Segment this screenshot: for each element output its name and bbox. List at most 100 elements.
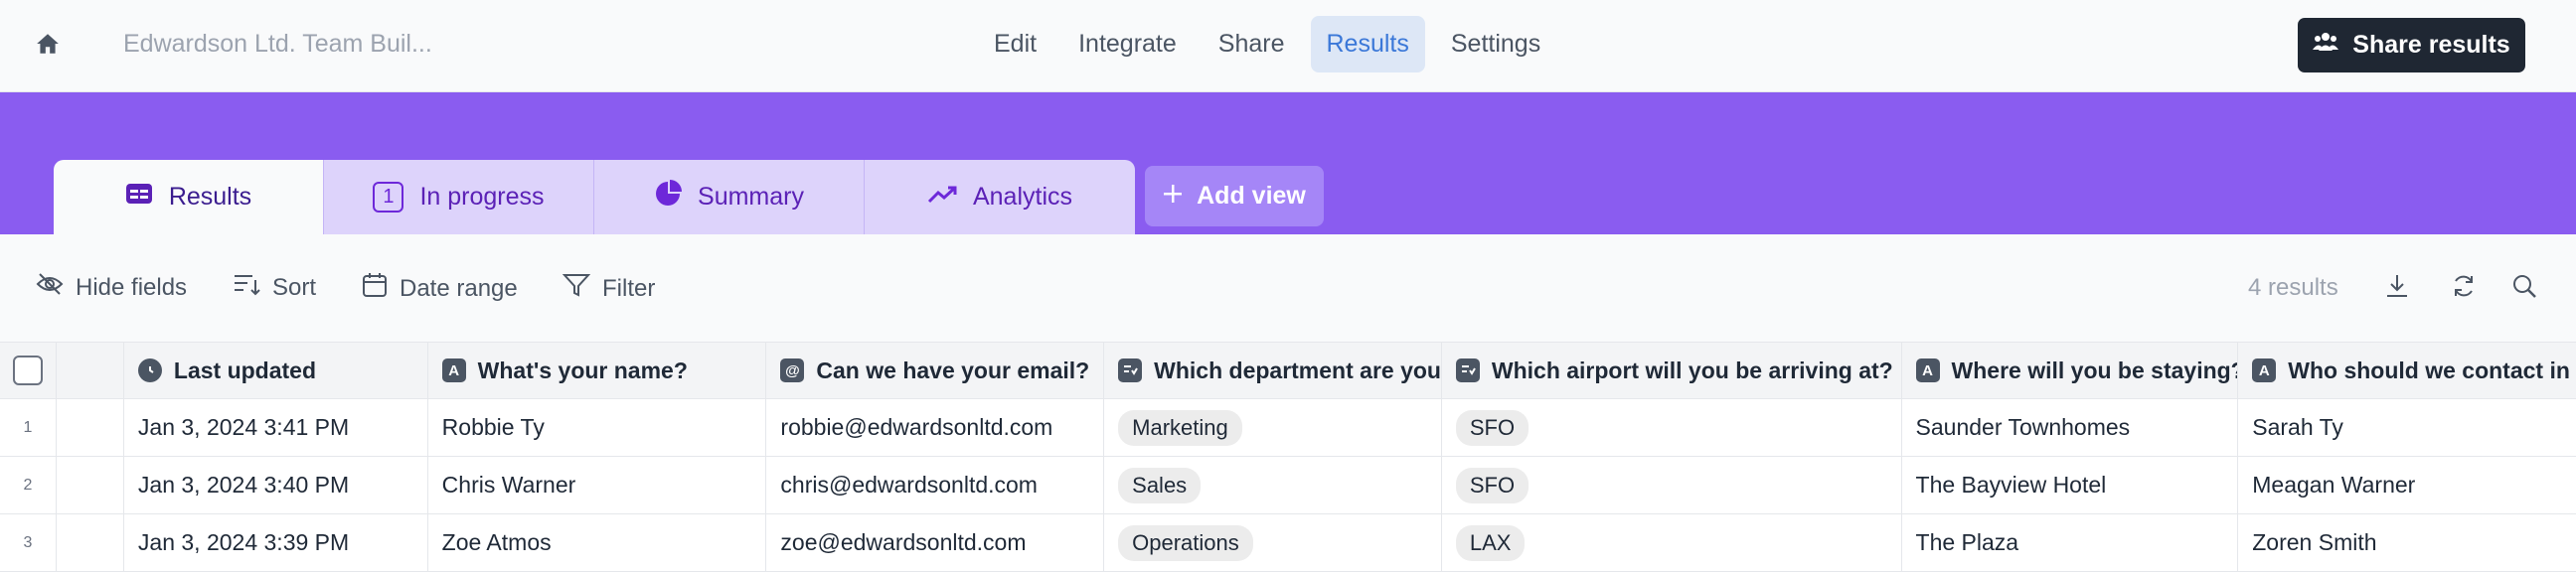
cell-staying[interactable]: The Bayview Hotel [1902,457,2239,513]
download-icon[interactable] [2381,270,2413,302]
date-range-button[interactable]: Date range [362,272,518,305]
tab-results-label: Results [168,183,252,211]
row-select-cell[interactable] [57,514,124,571]
tab-in-progress-label: In progress [419,183,545,211]
cell-contact[interactable]: Meagan Warner [2238,457,2576,513]
column-header-last-updated[interactable]: Last updated [124,343,428,398]
column-header-name[interactable]: A What's your name? [428,343,767,398]
home-icon[interactable] [30,26,66,62]
filter-label: Filter [602,274,656,302]
cell-contact[interactable]: Zoren Smith [2238,514,2576,571]
table-row[interactable]: 2 Jan 3, 2024 3:40 PM Chris Warner chris… [0,457,2576,514]
sort-label: Sort [272,273,317,301]
cell-airport[interactable]: LAX [1442,514,1902,571]
cell-name[interactable]: Chris Warner [428,457,767,513]
cell-last-updated[interactable]: Jan 3, 2024 3:40 PM [124,457,428,513]
sort-icon [233,272,260,303]
column-header-label: Where will you be staying? [1951,357,2239,383]
column-header-department[interactable]: Which department are you [1104,343,1442,398]
cell-email[interactable]: chris@edwardsonltd.com [766,457,1105,513]
form-title[interactable]: Edwardson Ltd. Team Buil... [123,30,432,59]
table-row[interactable]: 3 Jan 3, 2024 3:39 PM Zoe Atmos zoe@edwa… [0,514,2576,572]
column-header-label: Who should we contact in [2288,357,2570,383]
hide-fields-button[interactable]: Hide fields [36,272,187,303]
department-chip: Marketing [1118,409,1242,446]
nav-results[interactable]: Results [1310,16,1425,72]
users-icon [2313,31,2339,60]
hide-fields-label: Hide fields [76,273,188,301]
cell-staying[interactable]: The Plaza [1902,514,2239,571]
row-select-cell[interactable] [57,457,124,513]
airport-chip: LAX [1455,524,1526,561]
calendar-icon [362,272,388,305]
clock-icon [137,358,162,382]
tab-analytics[interactable]: Analytics [865,160,1135,234]
column-header-contact[interactable]: A Who should we contact in [2238,343,2576,398]
department-chip: Operations [1118,524,1253,561]
share-results-button[interactable]: Share results [2298,18,2525,72]
search-icon[interactable] [2508,270,2540,302]
cell-email[interactable]: robbie@edwardsonltd.com [766,399,1105,456]
add-view-button[interactable]: Add view [1145,166,1324,226]
email-field-icon: @ [780,358,805,382]
eye-off-icon [36,272,64,303]
tab-summary[interactable]: Summary [594,160,865,234]
text-field-icon: A [2252,358,2277,382]
cell-name[interactable]: Robbie Ty [428,399,767,456]
tab-summary-label: Summary [698,183,804,211]
cell-department[interactable]: Operations [1104,514,1442,571]
nav-integrate[interactable]: Integrate [1062,16,1193,72]
column-header-airport[interactable]: Which airport will you be arriving at? [1442,343,1902,398]
add-view-label: Add view [1197,182,1306,210]
tab-analytics-label: Analytics [972,183,1073,211]
trending-up-icon [927,183,957,212]
select-all-checkbox[interactable] [12,356,43,385]
refresh-icon[interactable] [2448,270,2480,302]
text-field-icon: A [1915,358,1940,382]
select-field-icon [1118,358,1143,382]
column-header-label: Last updated [173,357,317,383]
cell-staying[interactable]: Saunder Townhomes [1902,399,2239,456]
column-header-staying[interactable]: A Where will you be staying? [1902,343,2239,398]
cell-contact[interactable]: Sarah Ty [2238,399,2576,456]
table-icon [125,182,153,213]
nav-edit[interactable]: Edit [978,16,1052,72]
row-number: 1 [0,399,57,456]
view-tabs: Results 1 In progress Summary Analytics [54,160,1135,234]
nav-settings[interactable]: Settings [1435,16,1556,72]
cell-email[interactable]: zoe@edwardsonltd.com [766,514,1105,571]
tab-results[interactable]: Results [54,160,324,234]
nav-share[interactable]: Share [1203,16,1301,72]
date-range-label: Date range [400,274,518,302]
cell-name[interactable]: Zoe Atmos [428,514,767,571]
tab-in-progress[interactable]: 1 In progress [324,160,594,234]
results-table: Last updated A What's your name? @ Can w… [0,342,2576,572]
cell-airport[interactable]: SFO [1442,399,1902,456]
column-header-label: Can we have your email? [816,357,1090,383]
cell-airport[interactable]: SFO [1442,457,1902,513]
column-header-email[interactable]: @ Can we have your email? [766,343,1105,398]
cell-last-updated[interactable]: Jan 3, 2024 3:39 PM [124,514,428,571]
table-header-row: Last updated A What's your name? @ Can w… [0,342,2576,399]
filter-icon [562,272,591,305]
row-number-header [57,343,124,398]
cell-department[interactable]: Sales [1104,457,1442,513]
results-count: 4 results [2248,274,2338,301]
column-header-label: What's your name? [477,357,688,383]
filter-button[interactable]: Filter [562,272,656,305]
airport-chip: SFO [1455,409,1530,446]
select-all-cell [0,343,57,398]
main-nav: Edit Integrate Share Results Settings [978,16,1556,72]
airport-chip: SFO [1455,467,1530,503]
column-header-label: Which department are you [1154,357,1441,383]
sort-button[interactable]: Sort [233,272,316,303]
in-progress-count-badge: 1 [373,182,404,213]
cell-department[interactable]: Marketing [1104,399,1442,456]
cell-last-updated[interactable]: Jan 3, 2024 3:41 PM [124,399,428,456]
results-toolbar: Hide fields Sort Date range Filter 4 res… [0,234,2576,342]
row-select-cell[interactable] [57,399,124,456]
row-number: 3 [0,514,57,571]
row-number: 2 [0,457,57,513]
plus-icon [1163,182,1183,211]
table-row[interactable]: 1 Jan 3, 2024 3:41 PM Robbie Ty robbie@e… [0,399,2576,457]
